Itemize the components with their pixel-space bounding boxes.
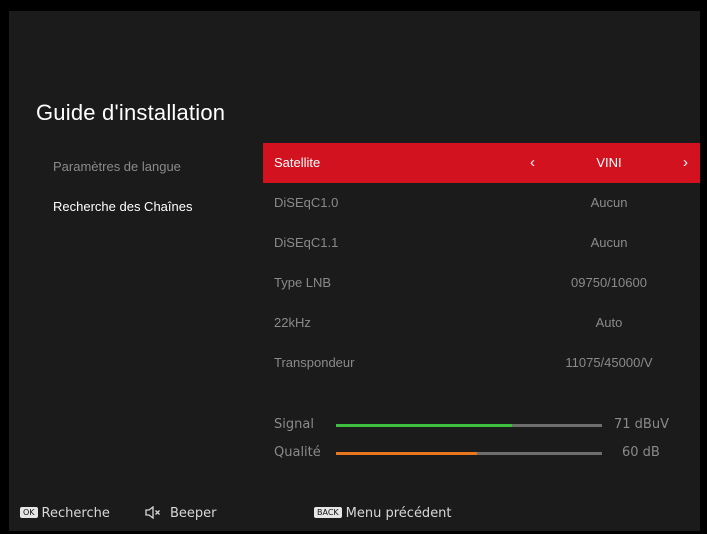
settings-row-diseqc11[interactable]: DiSEqC1.1 Aucun <box>263 223 700 263</box>
setting-value: 09750/10600 <box>571 275 647 290</box>
quality-value: 60 dB <box>622 445 660 460</box>
setting-label: Satellite <box>274 155 321 170</box>
chevron-left-icon[interactable]: ‹ <box>530 143 535 183</box>
setting-value: 11075/45000/V <box>565 355 653 370</box>
back-previous-menu-hint[interactable]: BACK Menu précédent <box>314 506 452 521</box>
settings-row-satellite[interactable]: Satellite ‹ VINI › <box>263 143 700 183</box>
chevron-right-icon[interactable]: › <box>683 143 688 183</box>
beeper-hint[interactable]: Beeper <box>145 505 217 523</box>
quality-bar-fill <box>336 452 477 455</box>
signal-bar-fill <box>336 424 512 427</box>
ok-key-icon: OK <box>20 507 38 518</box>
ok-hint-label: Recherche <box>41 506 110 521</box>
ok-search-hint[interactable]: OK Recherche <box>20 506 110 521</box>
signal-label: Signal <box>274 417 314 432</box>
setting-value: Aucun <box>590 195 628 210</box>
left-menu-item-label: Recherche des Chaînes <box>53 199 193 214</box>
setting-value: Auto <box>595 315 623 330</box>
setting-label: DiSEqC1.0 <box>274 195 339 210</box>
signal-value: 71 dBuV <box>614 417 669 432</box>
settings-row-lnb-type[interactable]: Type LNB 09750/10600 <box>263 263 700 303</box>
settings-row-diseqc10[interactable]: DiSEqC1.0 Aucun <box>263 183 700 223</box>
setting-value: Aucun <box>590 235 628 250</box>
signal-bar-track <box>336 424 602 427</box>
setting-value: VINI <box>596 155 622 170</box>
settings-row-transponder[interactable]: Transpondeur 11075/45000/V <box>263 343 700 383</box>
back-key-icon: BACK <box>314 507 342 518</box>
beeper-hint-label: Beeper <box>170 506 217 521</box>
back-hint-label: Menu précédent <box>345 506 452 521</box>
left-menu: Paramètres de langue Recherche des Chaîn… <box>53 157 192 237</box>
tv-screen: Guide d'installation Paramètres de langu… <box>9 11 700 531</box>
quality-bar-track <box>336 452 602 455</box>
quality-label: Qualité <box>274 445 321 460</box>
setting-label: Type LNB <box>274 275 332 290</box>
settings-list: Satellite ‹ VINI › DiSEqC1.0 Aucun DiSEq… <box>263 143 700 383</box>
left-menu-item-label: Paramètres de langue <box>53 159 181 174</box>
setting-label: 22kHz <box>274 315 311 330</box>
speaker-muted-icon <box>145 505 161 523</box>
left-menu-item-channel-search[interactable]: Recherche des Chaînes <box>53 197 192 237</box>
page-title: Guide d'installation <box>36 100 226 125</box>
setting-label: Transpondeur <box>274 355 355 370</box>
settings-row-22khz[interactable]: 22kHz Auto <box>263 303 700 343</box>
setting-label: DiSEqC1.1 <box>274 235 339 250</box>
left-menu-item-language[interactable]: Paramètres de langue <box>53 157 192 197</box>
